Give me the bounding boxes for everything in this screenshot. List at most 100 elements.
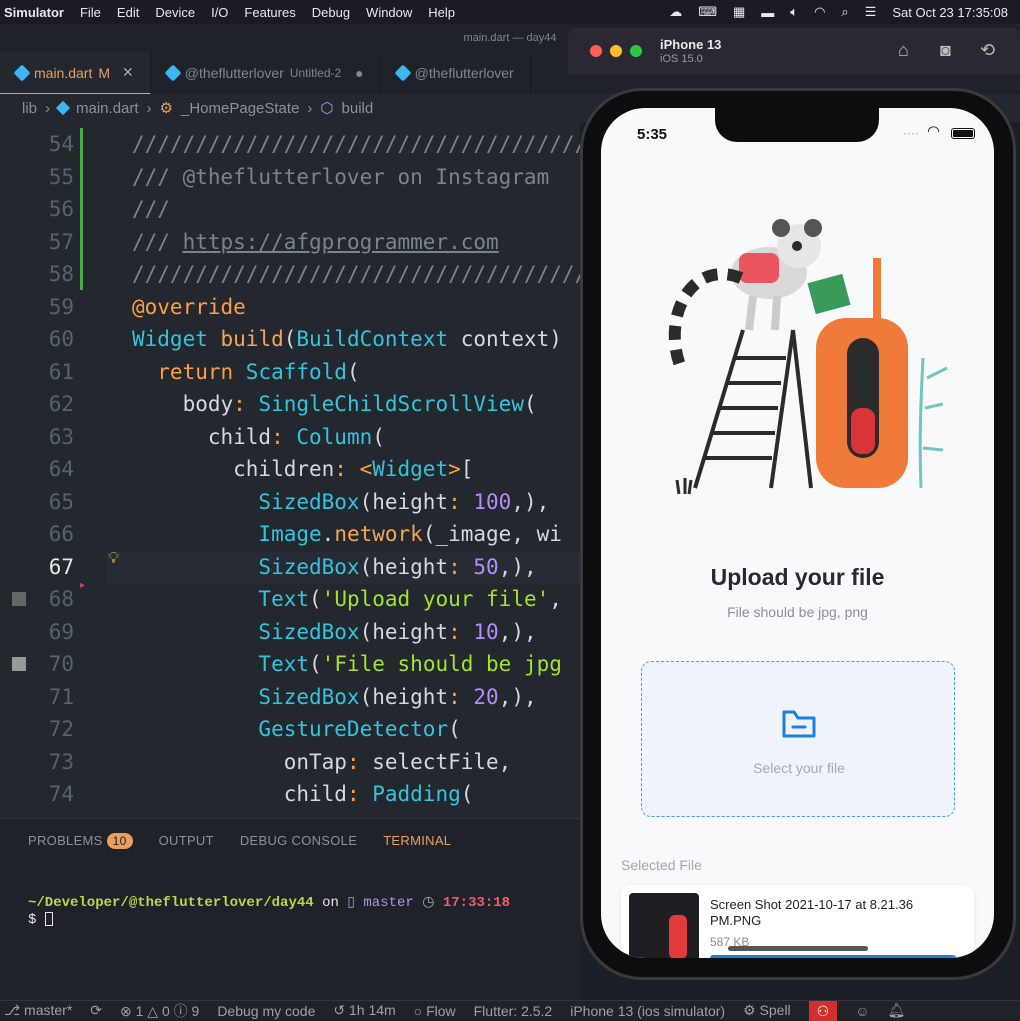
status-flow[interactable]: ○ Flow [414,1003,456,1019]
line-number: 70 [48,652,74,676]
status-spell[interactable]: ⚙ Spell [743,1002,791,1019]
menu-io[interactable]: I/O [203,5,236,20]
status-branch[interactable]: ⎇ master* [4,1002,72,1019]
line-number: 60 [48,327,74,351]
code-token: SizedBox [132,684,360,709]
network-icon[interactable]: ▦ [733,4,745,20]
menu-edit[interactable]: Edit [109,5,147,20]
code-text: /// https://afgprogrammer.com [132,226,499,258]
code-token: SizedBox [132,619,360,644]
class-icon: ⚙ [159,100,173,117]
line-number: 66 [48,522,74,546]
copilot-icon[interactable]: ⚇ [808,1000,838,1021]
code-token: ,), [498,619,537,644]
close-icon[interactable]: ✕ [122,64,134,81]
code-line[interactable]: 54 //////////////////////////////////// [0,128,580,160]
code-line[interactable]: 57 /// https://afgprogrammer.com [0,226,580,258]
status-flutter[interactable]: Flutter: 2.5.2 [474,1003,553,1019]
code-line[interactable]: 69 SizedBox(height: 10,), [0,616,580,648]
code-line[interactable]: 73 onTap: selectFile, [0,746,580,778]
tab-main-dart[interactable]: main.dart M ✕ [0,52,151,94]
menu-help[interactable]: Help [420,5,463,20]
wifi-icon[interactable]: ◠ [814,4,825,20]
code-line[interactable]: 65 SizedBox(height: 100,), [0,486,580,518]
menubar-clock[interactable]: Sat Oct 23 17:35:08 [892,5,1008,20]
menu-features[interactable]: Features [236,5,303,20]
close-window-button[interactable] [590,45,602,57]
breadcrumb-build[interactable]: build [342,100,374,117]
control-center-icon[interactable]: ☰ [865,4,877,20]
code-token: build [220,327,284,351]
code-line[interactable]: 67 SizedBox(height: 50,), [0,551,580,583]
sync-icon[interactable]: ⟳ [90,1002,102,1019]
tab-debug-console[interactable]: DEBUG CONSOLE [240,833,357,849]
code-editor[interactable]: 💡︎ ▸ 54/////////////////////////////////… [0,122,580,818]
breadcrumb-lib[interactable]: lib [22,100,37,117]
code-token: SizedBox [132,489,360,514]
rotate-icon[interactable]: ⟲ [980,40,995,61]
code-token: 20 [473,684,499,709]
search-icon[interactable]: ⌕ [841,4,848,20]
code-text: Text('Upload your file', [132,583,561,615]
breadcrumb-main-dart[interactable]: main.dart [76,100,139,117]
tab-output[interactable]: OUTPUT [159,833,214,849]
line-number: 57 [48,229,74,254]
tab-untitled-2[interactable]: @theflutterlover Untitled-2 ● [151,52,381,94]
code-token: : [448,554,474,579]
code-line[interactable]: 64 children: <Widget>[ [0,453,580,485]
code-line[interactable]: 72 GestureDetector( [0,713,580,745]
code-token: (height [359,554,449,579]
home-indicator[interactable] [728,946,868,951]
keyboard-icon[interactable]: ⌨ [698,4,717,20]
dart-file-icon [394,64,412,82]
status-debug[interactable]: Debug my code [217,1003,315,1019]
terminal-input-line[interactable]: $ [28,912,510,929]
status-timer[interactable]: ↺ 1h 14m [333,1002,395,1019]
code-line[interactable]: 71 SizedBox(height: 20,), [0,681,580,713]
flag-icon[interactable]: ▬ [761,5,774,20]
code-line[interactable]: 59 @override [0,291,580,323]
tab-terminal[interactable]: TERMINAL [383,833,451,849]
tab-theflutterlover[interactable]: @theflutterlover [381,52,531,94]
code-line[interactable]: 56 /// [0,193,580,225]
code-line[interactable]: 74 child: Padding( [0,778,580,810]
code-line[interactable]: 66 Image.network(_image, wi [0,518,580,550]
status-problems[interactable]: ⊗ 1 △ 0 ⓘ 9 [120,1001,199,1021]
dart-file-icon [13,64,31,81]
feedback-icon[interactable]: ☺ [855,1003,869,1019]
tab-problems[interactable]: PROBLEMS 10 [28,833,133,849]
menu-file[interactable]: File [72,5,109,20]
menu-debug[interactable]: Debug [304,5,358,20]
code-line[interactable]: 70 Text('File should be jpg [0,648,580,680]
code-line[interactable]: 61 return Scaffold( [0,356,580,388]
code-token: Column [296,424,373,449]
iphone-screen[interactable]: 5:35 ···· ◠ Upload your file File should… [601,108,994,958]
breadcrumb-homepagestate[interactable]: _HomePageState [181,100,299,117]
home-icon[interactable]: ⌂ [898,40,909,61]
menu-device[interactable]: Device [147,5,203,20]
code-text: //////////////////////////////////// [132,258,580,290]
code-line[interactable]: 62 body: SingleChildScrollView( [0,388,580,420]
volume-icon[interactable]: 🔈︎ [790,4,798,20]
screenshot-icon[interactable]: ◙ [940,40,951,61]
upload-progress-bar [710,955,956,958]
code-line[interactable]: 68 Text('Upload your file', [0,583,580,615]
code-line[interactable]: 58 //////////////////////////////////// [0,258,580,290]
code-line[interactable]: 55 /// @theflutterlover on Instagram [0,161,580,193]
code-line[interactable]: 60 Widget build(BuildContext context) [0,323,580,355]
minimize-window-button[interactable] [610,45,622,57]
status-bar: ⎇ master* ⟳ ⊗ 1 △ 0 ⓘ 9 Debug my code ↺ … [0,1000,1020,1021]
menu-app-simulator[interactable]: Simulator [0,5,72,20]
bell-icon[interactable]: 🔔︎ [888,1002,906,1019]
code-line[interactable]: 63 child: Column( [0,421,580,453]
creative-cloud-icon[interactable]: ☁ [669,4,682,20]
line-number: 58 [48,262,74,286]
status-device[interactable]: iPhone 13 (ios simulator) [570,1003,725,1019]
zoom-window-button[interactable] [630,45,642,57]
code-token: GestureDetector [132,717,449,741]
simulator-device-name: iPhone 13 [660,37,722,52]
status-timer-label: 1h 14m [349,1002,396,1018]
select-file-dropzone[interactable]: Select your file [641,661,955,817]
menu-window[interactable]: Window [358,5,420,20]
terminal[interactable]: ~/Developer/@theflutterlover/day44 on ▯ … [28,895,510,929]
